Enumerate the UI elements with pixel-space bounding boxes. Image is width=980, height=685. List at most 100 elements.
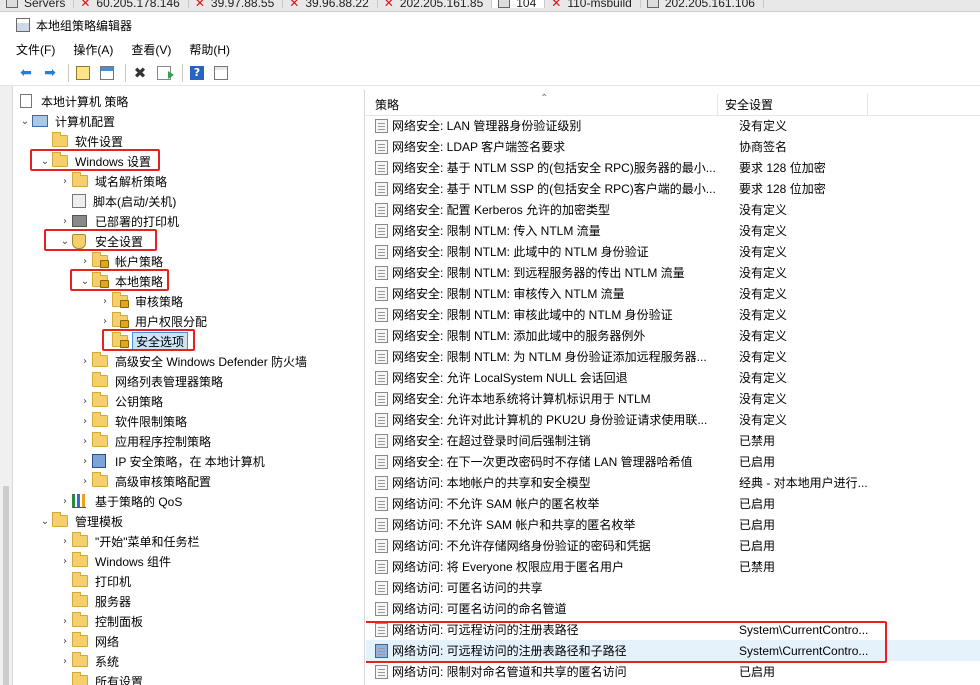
table-row[interactable]: 网络安全: 配置 Kerberos 允许的加密类型 没有定义	[366, 199, 980, 220]
rdp-tab[interactable]: ✕ 202.205.161.85	[377, 0, 493, 10]
policy-name: 网络安全: 允许 LocalSystem NULL 会话回退	[392, 371, 628, 385]
rdp-tab-servers[interactable]: Servers	[0, 0, 75, 10]
chevron-right-icon[interactable]: ›	[58, 556, 72, 567]
chevron-right-icon[interactable]: ›	[78, 256, 92, 267]
table-row[interactable]: 网络安全: 限制 NTLM: 此域中的 NTLM 身份验证 没有定义	[366, 241, 980, 262]
chevron-right-icon[interactable]: ›	[58, 536, 72, 547]
chevron-right-icon[interactable]: ›	[78, 396, 92, 407]
table-row[interactable]: 网络安全: 限制 NTLM: 传入 NTLM 流量 没有定义	[366, 220, 980, 241]
tree-computer-config[interactable]: ⌄ 计算机配置	[18, 111, 118, 131]
table-row[interactable]: 网络安全: 限制 NTLM: 为 NTLM 身份验证添加远程服务器... 没有定义	[366, 346, 980, 367]
table-row[interactable]: 网络安全: 基于 NTLM SSP 的(包括安全 RPC)服务器的最小... 要求…	[366, 157, 980, 178]
tree-audit-policy[interactable]: › 审核策略	[98, 291, 186, 311]
tree-network-list[interactable]: 网络列表管理器策略	[78, 371, 226, 391]
table-row[interactable]: 网络安全: 限制 NTLM: 审核此域中的 NTLM 身份验证 没有定义	[366, 304, 980, 325]
scrollbar-thumb[interactable]	[3, 486, 9, 685]
tree-start-menu[interactable]: › "开始"菜单和任务栏	[58, 531, 203, 551]
menu-action[interactable]: 操作(A)	[73, 41, 113, 58]
tree-control-panel[interactable]: › 控制面板	[58, 611, 146, 631]
table-row[interactable]: 网络访问: 本地帐户的共享和安全模型 经典 - 对本地用户进行...	[366, 472, 980, 493]
column-header-policy[interactable]: ⌃ 策略	[366, 93, 718, 116]
table-row[interactable]: 网络安全: 在超过登录时间后强制注销 已禁用	[366, 430, 980, 451]
menu-view[interactable]: 查看(V)	[131, 41, 171, 58]
rdp-tab[interactable]: ✕ 60.205.178.146	[74, 0, 189, 10]
tree-dns-policy[interactable]: › 域名解析策略	[58, 171, 170, 191]
chevron-right-icon[interactable]: ›	[78, 476, 92, 487]
chevron-right-icon[interactable]: ›	[78, 456, 92, 467]
tree-system[interactable]: › 系统	[58, 651, 122, 671]
tree-scripts[interactable]: 脚本(启动/关机)	[58, 191, 179, 211]
export-icon[interactable]	[154, 63, 174, 83]
policy-setting-icon	[375, 580, 388, 595]
delete-icon[interactable]: ✖	[130, 63, 150, 83]
table-row[interactable]: 网络安全: 基于 NTLM SSP 的(包括安全 RPC)客户端的最小... 要求…	[366, 178, 980, 199]
help-icon[interactable]: ?	[187, 63, 207, 83]
chevron-right-icon[interactable]: ›	[78, 416, 92, 427]
table-row[interactable]: 网络安全: LDAP 客户端签名要求 协商签名	[366, 136, 980, 157]
tree-user-rights[interactable]: › 用户权限分配	[98, 311, 210, 331]
table-row[interactable]: 网络安全: 在下一次更改密码时不存储 LAN 管理器哈希值 已启用	[366, 451, 980, 472]
table-row[interactable]: 网络访问: 将 Everyone 权限应用于匿名用户 已禁用	[366, 556, 980, 577]
back-icon[interactable]: ⬅	[16, 63, 36, 83]
table-row[interactable]: 网络访问: 不允许 SAM 帐户和共享的匿名枚举 已启用	[366, 514, 980, 535]
tree-software-settings[interactable]: 软件设置	[38, 131, 126, 151]
chevron-right-icon[interactable]: ›	[78, 436, 92, 447]
menu-help[interactable]: 帮助(H)	[189, 41, 230, 58]
table-row[interactable]: 网络安全: 限制 NTLM: 添加此域中的服务器例外 没有定义	[366, 325, 980, 346]
tree-all-settings[interactable]: 所有设置	[58, 671, 146, 685]
chevron-right-icon[interactable]: ›	[58, 216, 72, 227]
table-row[interactable]: 网络安全: LAN 管理器身份验证级别 没有定义	[366, 115, 980, 136]
policy-setting-icon	[375, 139, 388, 154]
policy-setting-value: 协商签名	[739, 140, 788, 154]
chevron-right-icon[interactable]: ›	[58, 176, 72, 187]
tree-defender-firewall[interactable]: › 高级安全 Windows Defender 防火墙	[78, 351, 310, 371]
tree-ip-security[interactable]: › IP 安全策略，在 本地计算机	[78, 451, 268, 471]
folder-icon	[52, 132, 68, 147]
rdp-tab-active[interactable]: 104	[492, 0, 546, 10]
tree-network[interactable]: › 网络	[58, 631, 122, 651]
tree-public-key[interactable]: › 公钥策略	[78, 391, 166, 411]
chevron-down-icon[interactable]: ⌄	[38, 516, 52, 527]
table-row[interactable]: 网络访问: 可匿名访问的命名管道	[366, 598, 980, 619]
table-row[interactable]: 网络安全: 允许本地系统将计算机标识用于 NTLM 没有定义	[366, 388, 980, 409]
tree-account-policy[interactable]: › 帐户策略	[78, 251, 166, 271]
left-scrollbar[interactable]	[0, 86, 13, 685]
chevron-right-icon[interactable]: ›	[58, 656, 72, 667]
up-folder-icon[interactable]	[73, 63, 93, 83]
tree-software-restriction[interactable]: › 软件限制策略	[78, 411, 190, 431]
table-row[interactable]: 网络安全: 限制 NTLM: 审核传入 NTLM 流量 没有定义	[366, 283, 980, 304]
table-row[interactable]: 网络安全: 限制 NTLM: 到远程服务器的传出 NTLM 流量 没有定义	[366, 262, 980, 283]
rdp-tab[interactable]: ✕ 39.96.88.22	[283, 0, 378, 10]
chevron-right-icon[interactable]: ›	[58, 636, 72, 647]
tree-qos[interactable]: › 基于策略的 QoS	[58, 491, 185, 511]
forward-icon[interactable]: ➡	[40, 63, 60, 83]
table-row[interactable]: 网络访问: 可匿名访问的共享	[366, 577, 980, 598]
tree-root[interactable]: 本地计算机 策略	[18, 91, 131, 111]
chevron-right-icon[interactable]: ›	[58, 496, 72, 507]
properties-icon[interactable]	[211, 63, 231, 83]
table-row[interactable]: 网络安全: 允许 LocalSystem NULL 会话回退 没有定义	[366, 367, 980, 388]
rdp-tab[interactable]: ✕ 110-msbuild	[545, 0, 641, 10]
rdp-tab[interactable]: ✕ 39.97.88.55	[188, 0, 284, 10]
menu-file[interactable]: 文件(F)	[16, 41, 55, 58]
chevron-down-icon[interactable]: ⌄	[18, 116, 32, 127]
tree-advanced-audit[interactable]: › 高级审核策略配置	[78, 471, 214, 491]
table-row[interactable]: 网络访问: 限制对命名管道和共享的匿名访问 已启用	[366, 661, 980, 682]
chevron-right-icon[interactable]: ›	[98, 316, 112, 327]
tree-printers-admin[interactable]: 打印机	[58, 571, 134, 591]
column-header-setting[interactable]: 安全设置	[718, 93, 868, 116]
table-row[interactable]: 网络安全: 允许对此计算机的 PKU2U 身份验证请求使用联... 没有定义	[366, 409, 980, 430]
chevron-right-icon[interactable]: ›	[58, 616, 72, 627]
chevron-right-icon[interactable]: ›	[78, 356, 92, 367]
tree-servers[interactable]: 服务器	[58, 591, 134, 611]
rdp-tab[interactable]: 202.205.161.106	[640, 0, 764, 10]
table-row[interactable]: 网络访问: 不允许 SAM 帐户的匿名枚举 已启用	[366, 493, 980, 514]
tree-windows-components[interactable]: › Windows 组件	[58, 551, 174, 571]
table-row[interactable]: 网络访问: 不允许存储网络身份验证的密码和凭据 已启用	[366, 535, 980, 556]
tree-app-control[interactable]: › 应用程序控制策略	[78, 431, 214, 451]
chevron-right-icon[interactable]: ›	[98, 296, 112, 307]
tree-admin-templates[interactable]: ⌄ 管理模板	[38, 511, 126, 531]
tree-printers[interactable]: › 已部署的打印机	[58, 211, 182, 231]
policy-name: 网络安全: 在下一次更改密码时不存储 LAN 管理器哈希值	[392, 455, 693, 469]
show-hide-tree-icon[interactable]	[97, 63, 117, 83]
